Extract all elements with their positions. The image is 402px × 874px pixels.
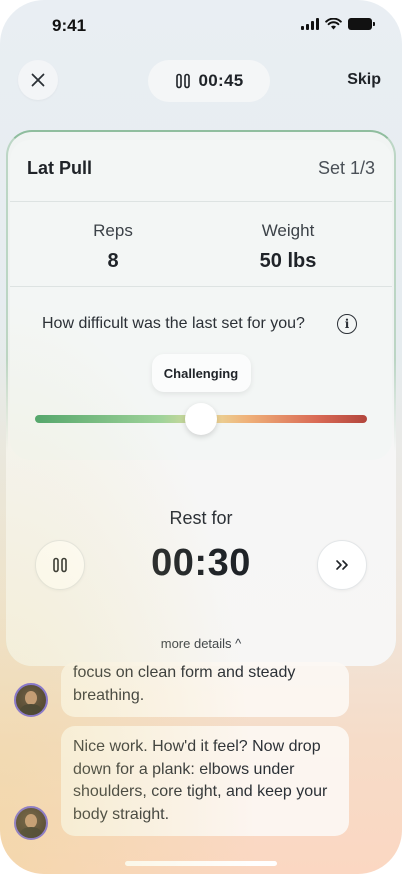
exercise-name: Lat Pull xyxy=(27,158,93,178)
divider xyxy=(10,201,392,202)
weight-value: 50 lbs xyxy=(259,250,317,272)
fast-forward-icon xyxy=(336,560,348,570)
difficulty-tooltip: Challenging xyxy=(151,354,251,392)
reps-label: Reps xyxy=(93,221,133,240)
status-time: 9:41 xyxy=(52,16,87,35)
battery-icon xyxy=(348,18,375,30)
cellular-signal-icon xyxy=(301,18,319,30)
set-counter: Set 1/3 xyxy=(317,158,375,178)
wifi-icon xyxy=(325,18,342,30)
coach-avatar xyxy=(14,683,48,717)
home-indicator[interactable] xyxy=(125,861,277,866)
chat-message: Nice work. How'd it feel? Now drop down … xyxy=(61,726,349,836)
close-button[interactable] xyxy=(18,60,58,100)
pause-icon xyxy=(175,73,190,89)
status-bar: 9:41 xyxy=(0,14,402,40)
more-details-toggle[interactable]: more details ^ xyxy=(0,636,402,651)
rest-label: Rest for xyxy=(169,508,233,528)
info-icon[interactable]: i xyxy=(337,314,357,334)
reps-value: 8 xyxy=(107,250,119,272)
status-icons xyxy=(301,18,375,30)
close-icon xyxy=(31,73,45,87)
coach-avatar xyxy=(14,806,48,840)
divider xyxy=(10,286,392,287)
difficulty-question: How difficult was the last set for you? xyxy=(42,315,305,332)
chat-message: focus on clean form and steady breathing… xyxy=(61,662,349,717)
weight-label: Weight xyxy=(261,221,315,240)
workout-timer-pill[interactable]: 00:45 xyxy=(148,60,270,102)
skip-rest-button[interactable] xyxy=(317,540,367,590)
difficulty-slider-thumb[interactable] xyxy=(185,403,217,435)
skip-button[interactable]: Skip xyxy=(347,71,381,89)
workout-timer-text: 00:45 xyxy=(198,71,244,90)
phone-screen: 9:41 00:45 Skip Lat Pull Set 1/3 Reps 8 … xyxy=(0,0,402,874)
